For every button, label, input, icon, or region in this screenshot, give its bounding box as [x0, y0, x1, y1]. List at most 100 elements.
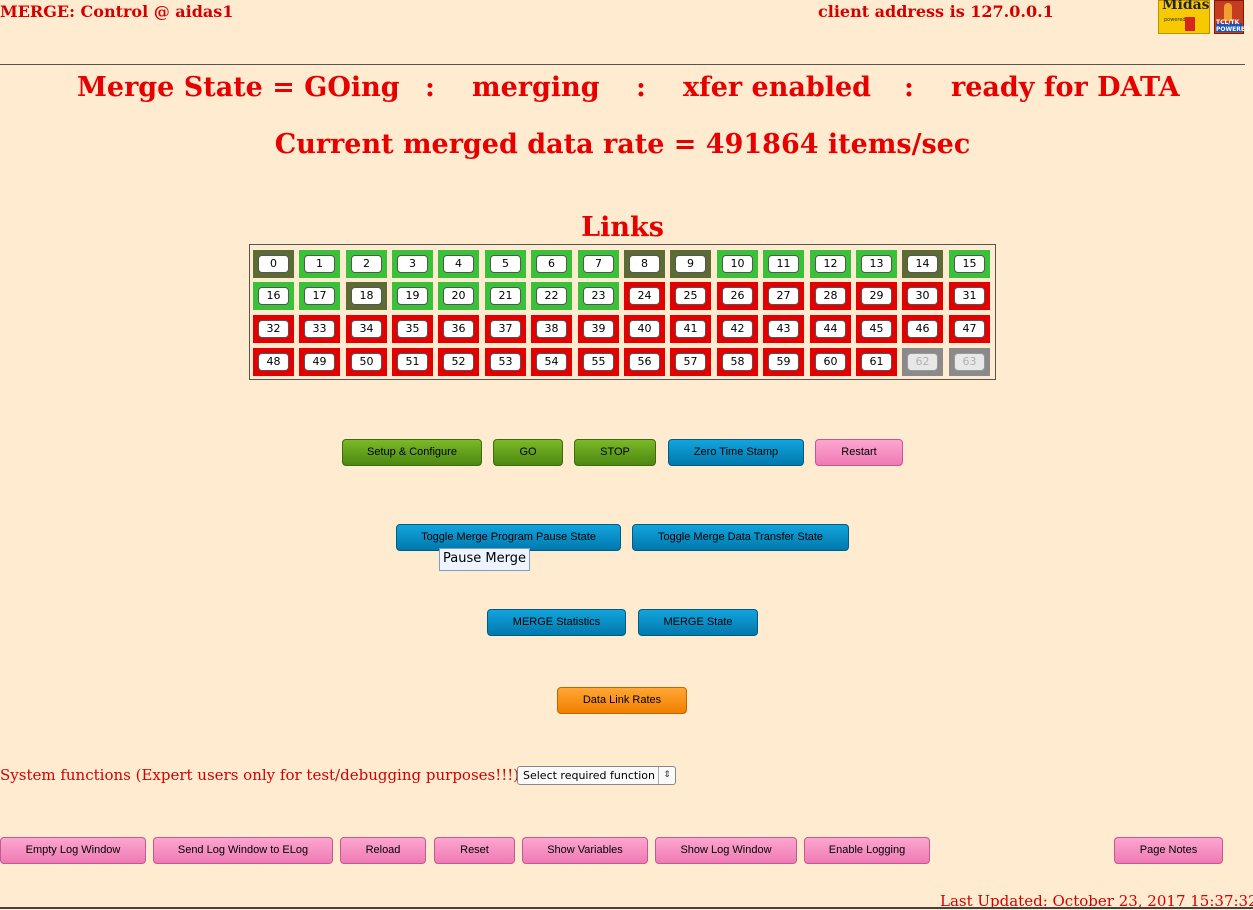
link-button[interactable]: 8	[629, 255, 660, 273]
link-button[interactable]: 23	[583, 287, 614, 305]
link-button[interactable]: 36	[443, 320, 474, 338]
link-button[interactable]: 44	[815, 320, 846, 338]
link-button[interactable]: 31	[954, 287, 985, 305]
tcl-logo[interactable]: TCL/TK POWERED	[1214, 0, 1250, 34]
link-button[interactable]: 54	[536, 353, 567, 371]
link-button[interactable]: 29	[861, 287, 892, 305]
link-button[interactable]: 7	[583, 255, 614, 273]
link-button[interactable]: 21	[490, 287, 521, 305]
link-button[interactable]: 11	[768, 255, 799, 273]
link-button[interactable]: 63	[954, 353, 985, 371]
page-notes-button[interactable]: Page Notes	[1114, 837, 1223, 864]
link-button[interactable]: 4	[443, 255, 474, 273]
link-cell: 43	[763, 315, 804, 343]
link-button[interactable]: 41	[675, 320, 706, 338]
link-button[interactable]: 20	[443, 287, 474, 305]
link-button[interactable]: 2	[351, 255, 382, 273]
midas-logo[interactable]: Midas powered by	[1158, 0, 1210, 34]
reload-button[interactable]: Reload	[340, 837, 426, 864]
link-cell: 56	[624, 348, 665, 376]
link-button[interactable]: 28	[815, 287, 846, 305]
state-separator: :	[425, 72, 435, 103]
reset-button[interactable]: Reset	[434, 837, 515, 864]
stop-button[interactable]: STOP	[574, 439, 656, 466]
show-variables-button[interactable]: Show Variables	[522, 837, 648, 864]
link-button[interactable]: 5	[490, 255, 521, 273]
link-cell: 13	[856, 250, 897, 278]
link-button[interactable]: 24	[629, 287, 660, 305]
toggle-transfer-button[interactable]: Toggle Merge Data Transfer State	[632, 524, 849, 551]
xfer-state: xfer enabled	[683, 72, 872, 103]
link-button[interactable]: 35	[397, 320, 428, 338]
link-button[interactable]: 9	[675, 255, 706, 273]
link-button[interactable]: 59	[768, 353, 799, 371]
empty-log-window-button[interactable]: Empty Log Window	[0, 837, 146, 864]
link-button[interactable]: 48	[258, 353, 289, 371]
link-button[interactable]: 33	[304, 320, 335, 338]
link-button[interactable]: 51	[397, 353, 428, 371]
send-log-to-elog-button[interactable]: Send Log Window to ELog	[153, 837, 333, 864]
link-button[interactable]: 61	[861, 353, 892, 371]
link-button[interactable]: 49	[304, 353, 335, 371]
link-button[interactable]: 0	[258, 255, 289, 273]
link-button[interactable]: 50	[351, 353, 382, 371]
link-button[interactable]: 47	[954, 320, 985, 338]
restart-button[interactable]: Restart	[815, 439, 903, 466]
midas-logo-text: Midas	[1162, 0, 1210, 13]
link-button[interactable]: 45	[861, 320, 892, 338]
enable-logging-button[interactable]: Enable Logging	[804, 837, 930, 864]
link-button[interactable]: 26	[722, 287, 753, 305]
link-button[interactable]: 27	[768, 287, 799, 305]
link-cell: 47	[949, 315, 990, 343]
link-button[interactable]: 18	[351, 287, 382, 305]
link-button[interactable]: 55	[583, 353, 614, 371]
link-cell: 59	[763, 348, 804, 376]
chevron-updown-icon: ⇕	[658, 767, 675, 784]
link-button[interactable]: 14	[907, 255, 938, 273]
merge-state-button[interactable]: MERGE State	[638, 609, 758, 636]
toggle-pause-button[interactable]: Toggle Merge Program Pause State	[396, 524, 621, 551]
zero-time-stamp-button[interactable]: Zero Time Stamp	[668, 439, 804, 466]
link-cell: 63	[949, 348, 990, 376]
link-button[interactable]: 34	[351, 320, 382, 338]
link-button[interactable]: 30	[907, 287, 938, 305]
link-button[interactable]: 62	[907, 353, 938, 371]
link-button[interactable]: 58	[722, 353, 753, 371]
link-button[interactable]: 57	[675, 353, 706, 371]
link-button[interactable]: 46	[907, 320, 938, 338]
link-button[interactable]: 19	[397, 287, 428, 305]
state-separator: :	[904, 72, 914, 103]
link-button[interactable]: 42	[722, 320, 753, 338]
link-button[interactable]: 17	[304, 287, 335, 305]
link-button[interactable]: 53	[490, 353, 521, 371]
link-button[interactable]: 38	[536, 320, 567, 338]
link-button[interactable]: 56	[629, 353, 660, 371]
flame-icon	[1185, 17, 1195, 31]
go-button[interactable]: GO	[493, 439, 563, 466]
link-button[interactable]: 39	[583, 320, 614, 338]
merge-statistics-button[interactable]: MERGE Statistics	[487, 609, 626, 636]
link-button[interactable]: 1	[304, 255, 335, 273]
pause-merge-tooltip: Pause Merge	[439, 548, 530, 571]
link-button[interactable]: 6	[536, 255, 567, 273]
setup-configure-button[interactable]: Setup & Configure	[342, 439, 482, 466]
data-link-rates-button[interactable]: Data Link Rates	[557, 687, 687, 714]
link-button[interactable]: 37	[490, 320, 521, 338]
link-button[interactable]: 52	[443, 353, 474, 371]
link-button[interactable]: 40	[629, 320, 660, 338]
link-button[interactable]: 15	[954, 255, 985, 273]
link-button[interactable]: 12	[815, 255, 846, 273]
link-button[interactable]: 32	[258, 320, 289, 338]
link-button[interactable]: 16	[258, 287, 289, 305]
link-button[interactable]: 25	[675, 287, 706, 305]
link-cell: 17	[299, 282, 340, 310]
link-button[interactable]: 3	[397, 255, 428, 273]
link-button[interactable]: 13	[861, 255, 892, 273]
show-log-window-button[interactable]: Show Log Window	[655, 837, 797, 864]
link-button[interactable]: 43	[768, 320, 799, 338]
link-button[interactable]: 22	[536, 287, 567, 305]
system-function-select[interactable]: Select required function ⇕	[517, 766, 676, 785]
link-button[interactable]: 10	[722, 255, 753, 273]
link-button[interactable]: 60	[815, 353, 846, 371]
divider	[0, 907, 1253, 909]
